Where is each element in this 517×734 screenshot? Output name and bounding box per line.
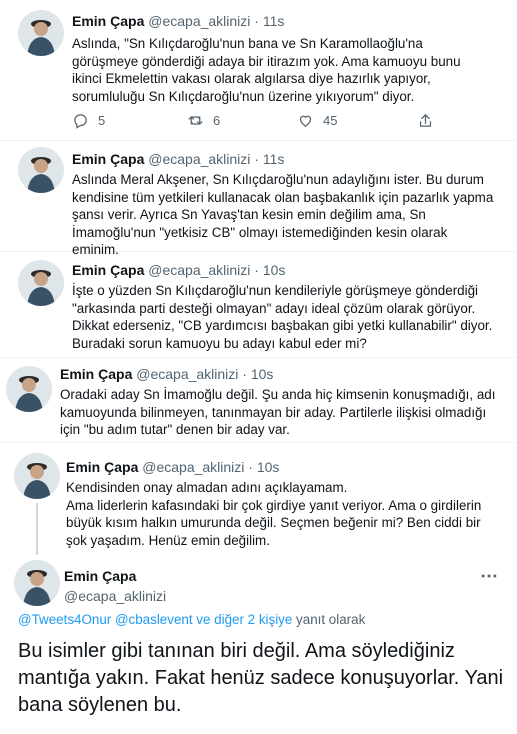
tweet-header: Emin Çapa @ecapa_aklinizi · 11s (72, 151, 285, 167)
avatar-icon (6, 366, 52, 412)
author-name[interactable]: Emin Çapa (66, 459, 138, 475)
like-icon (299, 115, 312, 127)
author-handle[interactable]: @ecapa_aklinizi (142, 459, 244, 475)
main-author-name[interactable]: Emin Çapa (64, 566, 166, 586)
tweet-time[interactable]: 10s (263, 262, 286, 278)
main-avatar[interactable] (14, 560, 60, 606)
avatar-icon (18, 147, 64, 193)
avatar[interactable] (18, 147, 64, 193)
avatar[interactable] (18, 10, 64, 56)
main-tweet-header: Emin Çapa @ecapa_aklinizi (64, 566, 166, 606)
tweet-header: Emin Çapa @ecapa_aklinizi · 10s (66, 459, 280, 475)
author-handle[interactable]: @ecapa_aklinizi (136, 366, 238, 382)
avatar-icon (18, 10, 64, 56)
tweet[interactable]: Emin Çapa @ecapa_aklinizi · 10s Oradaki … (0, 358, 517, 443)
share-button[interactable] (417, 112, 434, 129)
tweet-header: Emin Çapa @ecapa_aklinizi · 10s (60, 366, 274, 382)
author-name[interactable]: Emin Çapa (72, 262, 144, 278)
thread-connector (36, 503, 38, 555)
tweet[interactable]: Emin Çapa @ecapa_aklinizi · 11s Aslında … (0, 141, 517, 257)
reply-count: 5 (98, 113, 106, 128)
tweet-text: Kendisinden onay almadan adını açıklayam… (66, 480, 482, 548)
tweet[interactable]: Emin Çapa @ecapa_aklinizi · 11s Aslında,… (0, 0, 517, 141)
tweet-text: Aslında, "Sn Kılıçdaroğlu'nun bana ve Sn… (72, 36, 461, 104)
avatar-icon (18, 260, 64, 306)
more-options-button[interactable] (479, 566, 499, 591)
reply-button[interactable]: 5 (72, 112, 187, 129)
main-tweet-text: Bu isimler gibi tanınan biri değil. Ama … (18, 640, 504, 716)
tweet-time[interactable]: 11s (263, 13, 285, 29)
tweet-time[interactable]: 11s (263, 151, 285, 167)
tweet-text: Aslında Meral Akşener, Sn Kılıçdaroğlu'n… (72, 172, 494, 258)
tweet-header: Emin Çapa @ecapa_aklinizi · 11s (72, 13, 285, 29)
avatar[interactable] (14, 453, 60, 499)
tweet-header: Emin Çapa @ecapa_aklinizi · 10s (72, 262, 286, 278)
like-count: 45 (323, 113, 338, 128)
tweet-text: İşte o yüzden Sn Kılıçdaroğlu'nun kendil… (72, 283, 493, 351)
author-name[interactable]: Emin Çapa (72, 151, 144, 167)
retweet-button[interactable]: 6 (187, 112, 297, 129)
reply-suffix: yanıt olarak (296, 612, 366, 627)
avatar[interactable] (18, 260, 64, 306)
avatar-icon (14, 453, 60, 499)
retweet-count: 6 (213, 113, 221, 128)
tweet-actions: 5 6 45 (72, 112, 452, 129)
more-icon (481, 574, 497, 578)
tweet-text: Oradaki aday Sn İmamoğlu değil. Şu anda … (60, 387, 496, 438)
like-button[interactable]: 45 (297, 112, 417, 129)
reply-mentions[interactable]: @Tweets4Onur @cbaslevent (18, 612, 193, 627)
avatar[interactable] (6, 366, 52, 412)
reply-icon (74, 114, 87, 129)
tweet-time[interactable]: 10s (251, 366, 274, 382)
author-handle[interactable]: @ecapa_aklinizi (148, 262, 250, 278)
author-name[interactable]: Emin Çapa (60, 366, 132, 382)
author-handle[interactable]: @ecapa_aklinizi (148, 151, 250, 167)
main-author-handle[interactable]: @ecapa_aklinizi (64, 586, 166, 606)
reply-others-link[interactable]: ve diğer 2 kişiye (196, 612, 292, 627)
avatar-icon (14, 560, 60, 606)
author-name[interactable]: Emin Çapa (72, 13, 144, 29)
tweet-time[interactable]: 10s (257, 459, 280, 475)
replying-to: @Tweets4Onur @cbaslevent ve diğer 2 kişi… (18, 612, 365, 627)
retweet-icon (188, 116, 203, 125)
tweet[interactable]: Emin Çapa @ecapa_aklinizi · 10s İşte o y… (0, 252, 517, 358)
share-icon (419, 114, 432, 127)
tweet[interactable]: Emin Çapa @ecapa_aklinizi · 10s Kendisin… (0, 443, 517, 555)
author-handle[interactable]: @ecapa_aklinizi (148, 13, 250, 29)
